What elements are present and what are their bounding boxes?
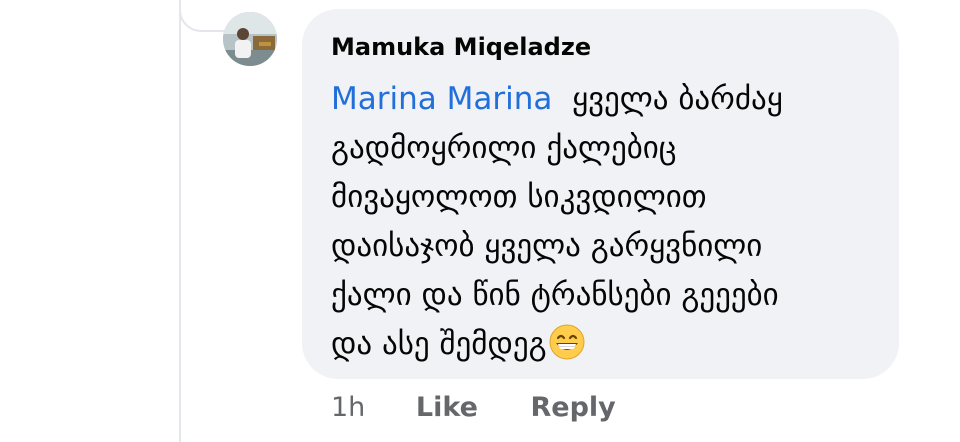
comment-line-3: მივაყოლოთ სიკვდილით (331, 179, 707, 215)
comment-text-segment: და ასე შემდეგ (331, 326, 547, 362)
comment-text-segment: ყველა ბარძაყ (572, 81, 783, 117)
comment-line-4: დაისაჯობ ყველა გარყვნილი (331, 228, 763, 264)
comment-timestamp[interactable]: 1h (331, 392, 365, 423)
comment-body: Marina Marina ყველა ბარძაყ გადმოყრილი ქა… (331, 75, 871, 375)
like-button[interactable]: Like (416, 392, 478, 423)
reply-button[interactable]: Reply (531, 392, 616, 423)
thread-line (179, 0, 181, 442)
comment-actions: 1h Like Reply (331, 392, 616, 423)
comment-line-2: გადმოყრილი ქალებიც (331, 130, 677, 166)
mention-link[interactable]: Marina Marina (331, 81, 552, 117)
grinning-emoji-icon (549, 324, 585, 375)
comment-line-5: ქალი და წინ ტრანსები გეეები (331, 277, 779, 313)
comment-author[interactable]: Mamuka Miqeladze (331, 33, 591, 61)
comment-line-6: და ასე შემდეგ (331, 320, 871, 375)
avatar[interactable] (223, 12, 277, 66)
thread-connector (179, 0, 225, 32)
comment-line-1: Marina Marina ყველა ბარძაყ (331, 75, 871, 124)
